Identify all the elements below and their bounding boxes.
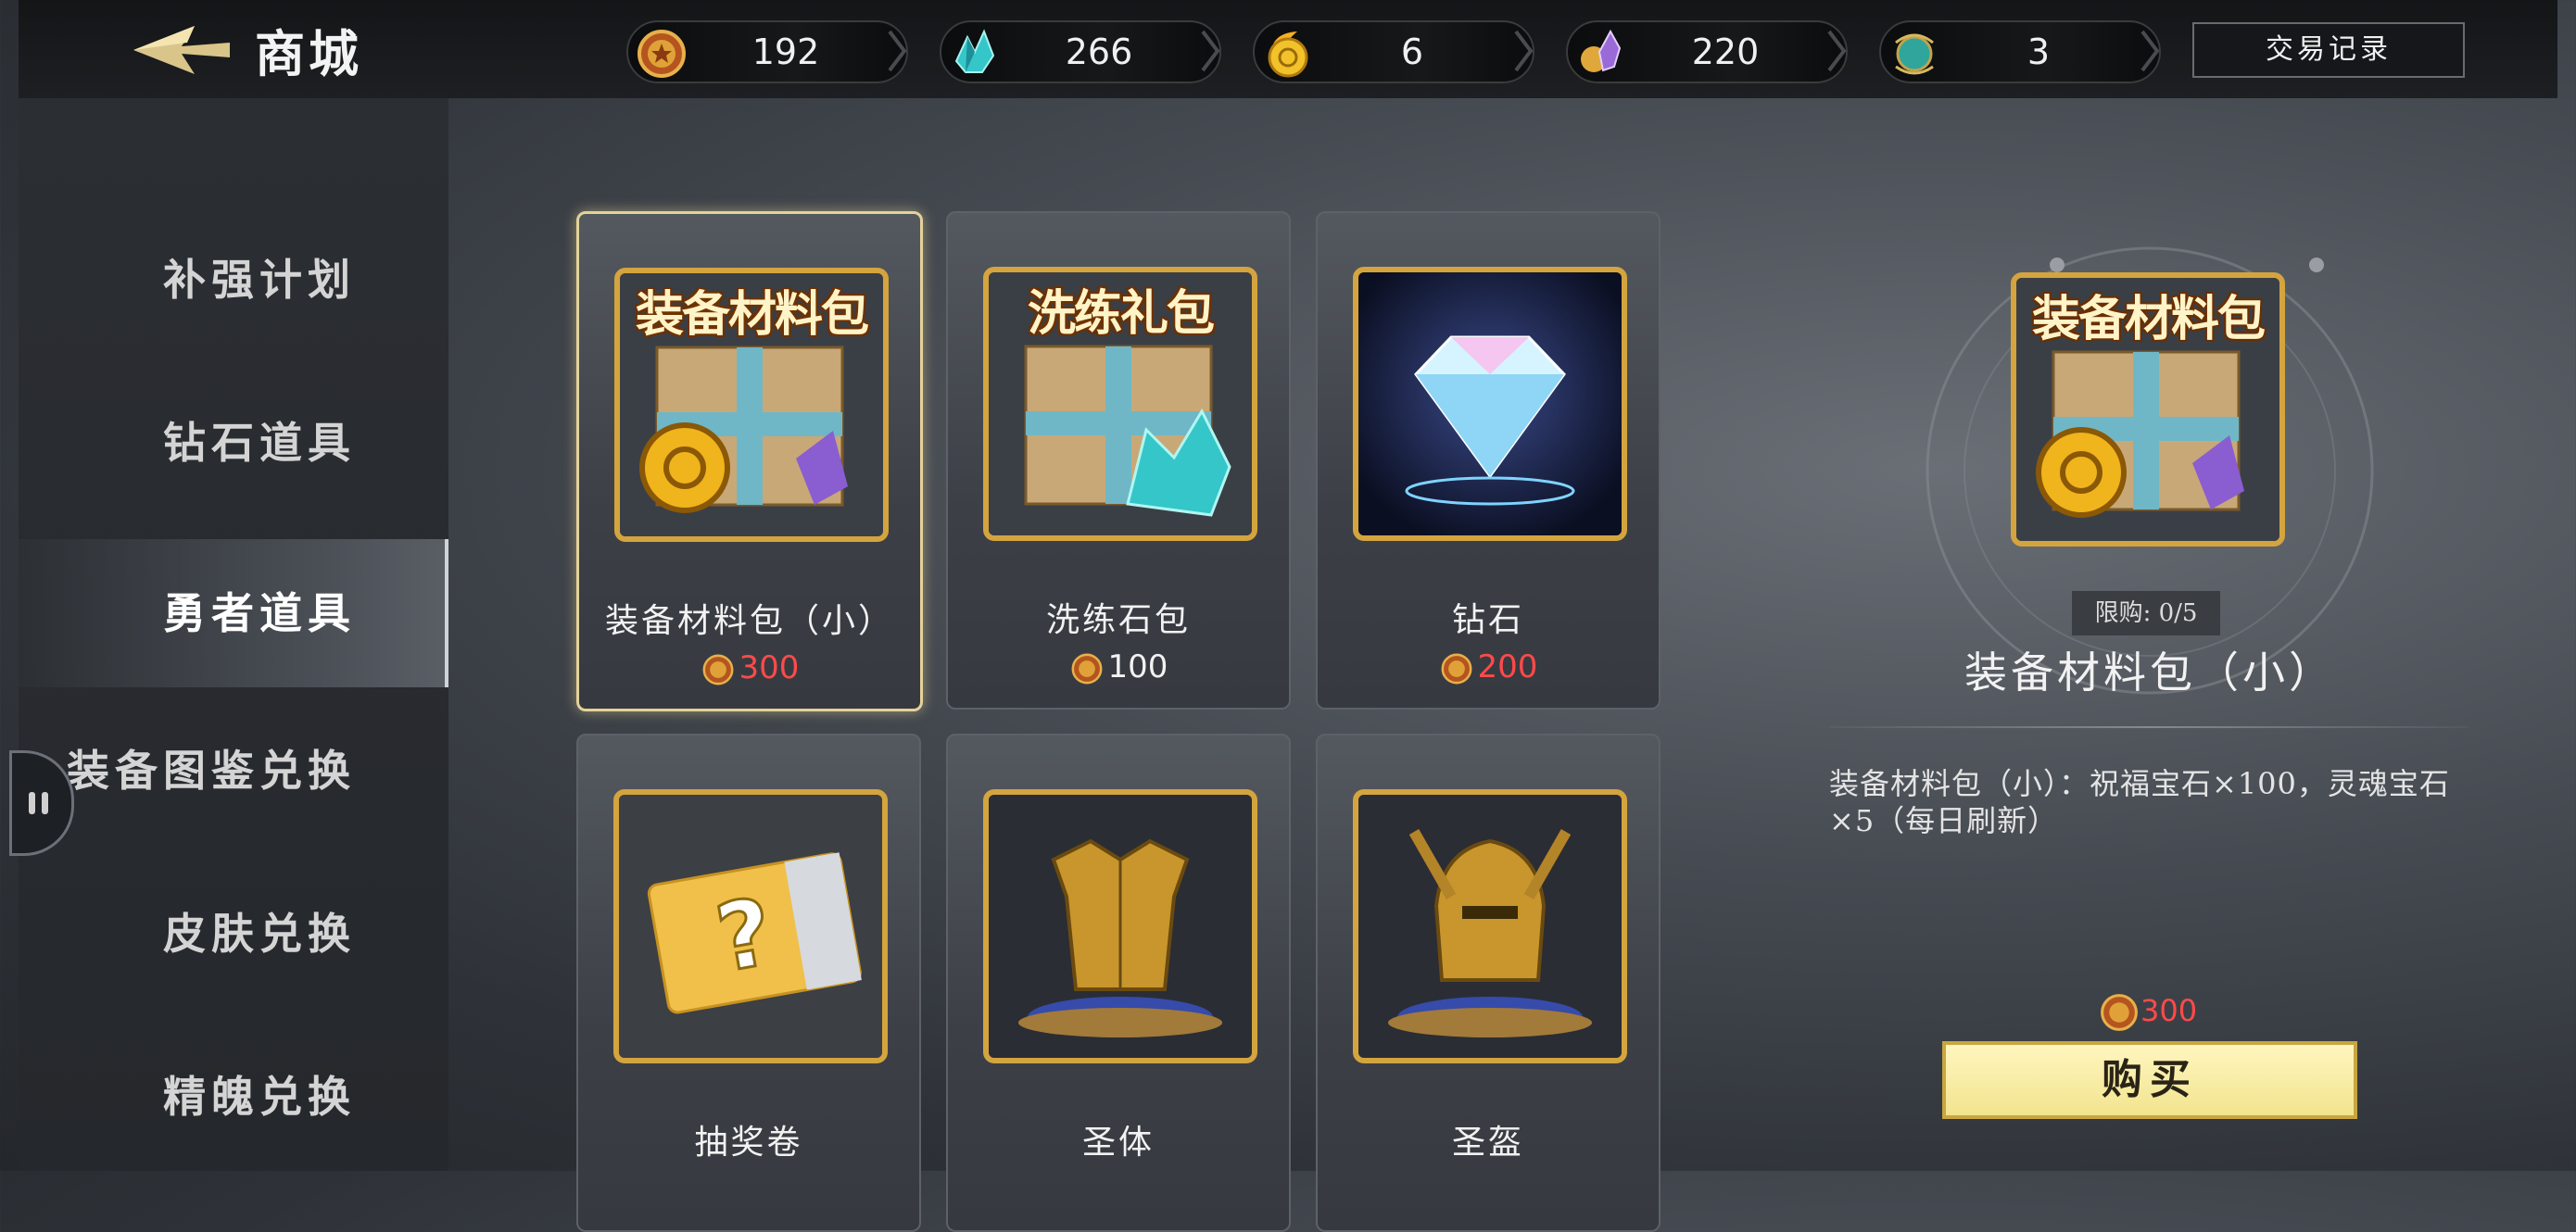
item-card-refining-stone-pack[interactable]: 洗练礼包 洗练石包 100: [946, 211, 1291, 710]
item-card-diamond[interactable]: 钻石 200: [1316, 211, 1661, 710]
item-image-text: 洗练礼包: [1027, 286, 1215, 342]
item-image-frame: 装备材料包: [614, 268, 889, 542]
sidebar-item-equipment-codex-exchange[interactable]: 装备图鉴兑换: [19, 697, 448, 845]
item-image-text: 装备材料包: [635, 287, 869, 343]
buy-price: 300: [2098, 991, 2200, 1034]
currency-gold-coin: 6: [1253, 20, 1534, 83]
item-name: 圣体: [1081, 1124, 1155, 1162]
diamond-icon: [1358, 272, 1622, 535]
item-name: 钻石: [1451, 601, 1524, 639]
currency-value: 266: [1065, 31, 1133, 72]
sidebar-item-reinforce-plan[interactable]: 补强计划: [19, 206, 448, 354]
item-image-frame: ?: [613, 789, 888, 1063]
currency-jade-orb: 3: [1879, 20, 2161, 83]
detail-image-text: 装备材料包: [2031, 292, 2266, 347]
purchase-limit-badge: 限购: 0/5: [2072, 591, 2220, 635]
currency-soul-crystal: 220: [1566, 20, 1848, 83]
currency-value: 6: [1400, 31, 1424, 72]
back-arrow-icon[interactable]: [130, 24, 232, 76]
item-name: 圣盔: [1451, 1124, 1524, 1162]
lottery-ticket-icon: ?: [619, 795, 882, 1058]
currency-tail-decoration: [2140, 30, 2160, 72]
sidebar-item-diamond-items[interactable]: 钻石道具: [19, 369, 448, 517]
sidebar-item-label: 补强计划: [163, 255, 356, 305]
currency-value: 220: [1691, 31, 1760, 72]
item-price-value: 200: [1477, 648, 1538, 685]
item-price: 200: [1318, 648, 1659, 686]
item-price: 100: [948, 648, 1289, 686]
currency-tail-decoration: [1827, 30, 1847, 72]
holy-armor-icon: [989, 795, 1252, 1058]
currency-medal: 192: [626, 20, 908, 83]
soul-crystal-icon: [1581, 29, 1622, 72]
medal-coin-icon: [702, 654, 734, 685]
sidebar-item-hero-items[interactable]: 勇者道具: [19, 539, 448, 687]
crystal-icon: [954, 29, 995, 73]
item-price: 300: [579, 649, 920, 687]
sidebar-item-skin-exchange[interactable]: 皮肤兑换: [19, 860, 448, 1008]
medal-coin-icon: [1071, 653, 1103, 684]
page-title: 商城: [255, 24, 362, 83]
item-image-frame: 洗练礼包: [983, 267, 1257, 541]
currency-value: 3: [2027, 31, 2051, 72]
sidebar-item-label: 装备图鉴兑换: [67, 746, 356, 796]
sidebar-item-label: 钻石道具: [163, 418, 356, 468]
buy-price-value: 300: [2140, 993, 2198, 1028]
item-image-frame: [983, 789, 1257, 1063]
currency-tail-decoration: [888, 30, 907, 72]
category-sidebar: 补强计划 钻石道具 勇者道具 装备图鉴兑换 皮肤兑换 精魄兑换: [9, 98, 448, 1171]
sidebar-item-spirit-exchange[interactable]: 精魄兑换: [19, 1023, 448, 1171]
currency-tail-decoration: [1514, 30, 1534, 72]
item-price-value: 100: [1107, 648, 1168, 685]
item-card-holy-helmet[interactable]: 圣盔: [1316, 734, 1661, 1232]
medal-coin-icon: [1441, 653, 1472, 684]
buy-button[interactable]: 购买: [1942, 1041, 2357, 1119]
gold-coin-icon: [1268, 31, 1308, 78]
item-image-frame: [1353, 789, 1627, 1063]
item-image-frame: [1353, 267, 1627, 541]
sidebar-item-label: 精魄兑换: [163, 1072, 356, 1122]
holy-helmet-icon: [1358, 795, 1622, 1058]
currency-tail-decoration: [1201, 30, 1220, 72]
sidebar-item-label: 勇者道具: [163, 588, 356, 638]
item-card-lottery-ticket[interactable]: ? 抽奖卷: [576, 734, 921, 1232]
trade-record-button[interactable]: 交易记录: [2192, 22, 2465, 78]
item-name: 抽奖卷: [694, 1124, 803, 1162]
detail-description: 装备材料包（小）：祝福宝石×100，灵魂宝石×5（每日刷新）: [1829, 766, 2450, 838]
item-name: 洗练石包: [1045, 601, 1191, 639]
item-card-holy-armor[interactable]: 圣体: [946, 734, 1291, 1232]
detail-image-frame: 装备材料包: [2011, 272, 2285, 547]
jade-orb-icon: [1895, 33, 1934, 75]
currency-value: 192: [751, 31, 820, 72]
divider: [1829, 726, 2469, 728]
medal-coin-icon: [2101, 994, 2138, 1031]
currency-crystal: 266: [940, 20, 1221, 83]
item-card-equipment-material-pack[interactable]: 装备材料包 装备材料包（小） 300: [576, 211, 923, 711]
medal-coin-icon: [638, 30, 686, 78]
item-price-value: 300: [739, 649, 800, 686]
detail-item-name: 装备材料包（小）: [1964, 647, 2335, 698]
sidebar-item-label: 皮肤兑换: [163, 909, 356, 959]
item-name: 装备材料包（小）: [604, 602, 894, 640]
